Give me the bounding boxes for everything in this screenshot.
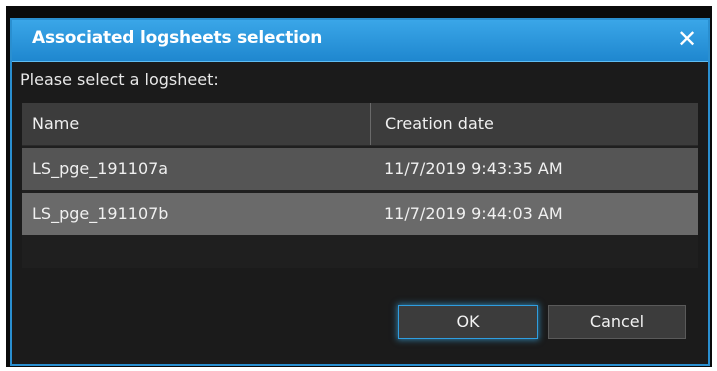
table-header-row: Name Creation date <box>22 103 698 146</box>
creation-date-cell: 11/7/2019 9:43:35 AM <box>384 159 563 178</box>
creation-date-cell: 11/7/2019 9:44:03 AM <box>384 204 563 223</box>
dialog-title: Associated logsheets selection <box>32 28 323 48</box>
logsheet-selection-dialog: Associated logsheets selection ✕ Please … <box>10 18 710 366</box>
select-prompt: Please select a logsheet: <box>20 70 219 89</box>
cancel-button[interactable]: Cancel <box>548 305 686 339</box>
column-header-name[interactable]: Name <box>22 103 370 145</box>
logsheet-name-cell: LS_pge_191107b <box>32 204 169 223</box>
logsheet-table: Name Creation date LS_pge_191107a 11/7/2… <box>22 103 698 268</box>
column-header-creation-date[interactable]: Creation date <box>370 103 698 145</box>
table-row[interactable]: LS_pge_191107a 11/7/2019 9:43:35 AM <box>22 148 698 190</box>
dialog-titlebar: Associated logsheets selection ✕ <box>12 20 708 62</box>
logsheet-name-cell: LS_pge_191107a <box>32 159 169 178</box>
close-icon[interactable]: ✕ <box>674 25 700 53</box>
ok-button[interactable]: OK <box>398 305 538 339</box>
table-row[interactable]: LS_pge_191107b 11/7/2019 9:44:03 AM <box>22 193 698 235</box>
